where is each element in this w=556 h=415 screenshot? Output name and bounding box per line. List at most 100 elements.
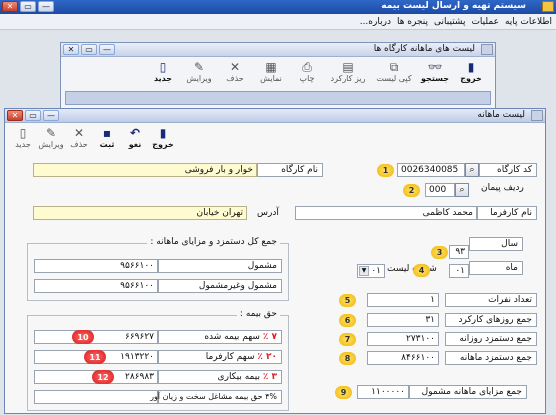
list-number-dropdown[interactable]: ۰۱ ▼ (357, 264, 385, 278)
taxable-benefits-input[interactable]: ۱۱۰۰۰۰۰ (357, 385, 409, 399)
badge-8: 8 (339, 352, 356, 365)
badge-9: 9 (335, 386, 352, 399)
month-label: ماه (469, 261, 523, 275)
minimize-icon[interactable]: — (43, 110, 59, 121)
badge-4: 4 (413, 264, 430, 277)
total-workdays-input[interactable]: ۳۱ (367, 313, 439, 327)
menu-bar: اطلاعات پایه عملیات پشتیبانی پنجره ها در… (0, 14, 556, 30)
binoculars-icon[interactable]: ⌕ (455, 183, 469, 197)
bg-toolbar: ▮ خروج 👓 جستجو ⧉ کپی لیست ▤ ریز کارکرد ⎙ چاپ … (61, 57, 495, 92)
edit-icon: ✎ (45, 126, 57, 140)
menu-item-windows[interactable]: پنجره ها (397, 17, 428, 27)
delete-button[interactable]: ✕ حذف (217, 60, 253, 92)
maximize-icon[interactable]: ▭ (25, 110, 41, 121)
workshop-name-label: نام کارگاه (257, 163, 323, 177)
total-wages-group-title: جمع کل دستمزد و مزایای ماهانه : (147, 237, 280, 247)
view-icon: ▦ (265, 60, 277, 74)
exit-icon: ▮ (467, 60, 475, 74)
insured-share-input[interactable]: ۶۶۹۶۲۷ (34, 330, 158, 344)
app-title: سیستم تهیه و ارسال لیست بیمه (381, 1, 526, 11)
copy-icon: ⧉ (389, 60, 399, 74)
subject-label: مشمول (158, 259, 282, 273)
printer-icon: ⎙ (302, 60, 312, 74)
total-monthly-wage-label: جمع دستمزد ماهانه (445, 351, 537, 365)
close-icon[interactable]: ✕ (2, 1, 18, 12)
edit-button[interactable]: ✎ ویرایش (37, 126, 65, 158)
main-window-titlebar: ✕ ▭ — لیست ماهانه (5, 109, 545, 123)
delete-icon: ✕ (73, 126, 85, 140)
menu-item-operations[interactable]: عملیات (471, 17, 498, 27)
employer-name-input[interactable]: محمد کاظمی (295, 206, 477, 220)
workshop-name-input[interactable]: خوار و بار فروشی (33, 163, 257, 177)
total-wages-group: جمع کل دستمزد و مزایای ماهانه : ۹۵۶۶۱۰۰ … (27, 237, 289, 301)
menu-item-support[interactable]: پشتیبانی (434, 17, 465, 27)
maximize-icon[interactable]: ▭ (81, 44, 97, 55)
edit-icon: ✎ (193, 60, 205, 74)
taxable-benefits-label: جمع مزایای ماهانه مشمول (409, 385, 527, 399)
total-daily-wage-input[interactable]: ۲۷۳۱۰۰ (367, 332, 439, 346)
print-button[interactable]: ⎙ چاپ (289, 60, 325, 92)
delete-button[interactable]: ✕ حذف (65, 126, 93, 158)
employer-share-label: ۲۰ ٪ سهم کارفرما (158, 350, 282, 364)
exit-button[interactable]: ▮ خروج (453, 60, 489, 92)
delete-icon: ✕ (229, 60, 241, 74)
employer-name-label: نام کارفرما (477, 206, 537, 220)
copy-list-button[interactable]: ⧉ کپی لیست (371, 60, 417, 92)
close-icon[interactable]: ✕ (7, 110, 23, 121)
total-monthly-wage-input[interactable]: ۸۴۶۶۱۰۰ (367, 351, 439, 365)
hard-jobs-label: ۴% حق بیمه مشاغل سخت و زیان آور (150, 390, 282, 404)
grid-header (65, 91, 491, 105)
exit-button[interactable]: ▮ خروج (149, 126, 177, 158)
menu-item-about[interactable]: درباره... (360, 17, 391, 27)
undo-icon: ↶ (129, 126, 141, 140)
new-file-icon: ▯ (159, 60, 167, 74)
save-button[interactable]: ▪ ثبت (93, 126, 121, 158)
badge-12: 12 (92, 370, 114, 384)
menu-item-base-info[interactable]: اطلاعات پایه (505, 17, 552, 27)
month-input[interactable]: ۰۱ (449, 264, 469, 278)
save-icon: ▪ (102, 126, 112, 140)
minimize-icon[interactable]: — (99, 44, 115, 55)
subject-nonsubject-label: مشمول وغیرمشمول (158, 279, 282, 293)
total-daily-wage-label: جمع دستمزد روزانه (445, 332, 537, 346)
main-toolbar: ▯ جدید ✎ ویرایش ✕ حذف ▪ ثبت ↶ نغو ▮ خروج (5, 123, 545, 158)
num-persons-input[interactable]: ۱ (367, 293, 439, 307)
window-icon (481, 44, 493, 55)
num-persons-label: تعداد نفرات (445, 293, 537, 307)
window-icon (531, 110, 543, 121)
binoculars-icon[interactable]: ⌕ (465, 163, 479, 177)
app-icon (542, 1, 554, 12)
search-button[interactable]: 👓 جستجو (417, 60, 453, 92)
subject-nonsubject-input[interactable]: ۹۵۶۶۱۰۰ (34, 279, 158, 293)
new-button[interactable]: ▯ جدید (145, 60, 181, 92)
year-input[interactable]: ۹۳ (449, 245, 469, 259)
badge-3: 3 (431, 246, 448, 259)
bg-window-title: لیست های ماهانه کارگاه ها (373, 44, 475, 54)
close-icon[interactable]: ✕ (63, 44, 79, 55)
address-label: آدرس (257, 208, 279, 218)
undo-button[interactable]: ↶ نغو (121, 126, 149, 158)
work-detail-button[interactable]: ▤ ریز کارکرد (325, 60, 371, 92)
contract-row-label: ردیف پیمان (481, 183, 524, 193)
insurance-group: حق بیمه : ۶۶۹۶۲۷ ۷ ٪ سهم بیمه شده 10 ۱۹۱… (27, 309, 289, 411)
workshop-code-input[interactable]: 0026340085 (397, 163, 465, 177)
address-input[interactable]: تهران خیابان (33, 206, 247, 220)
subject-total-input[interactable]: ۹۵۶۶۱۰۰ (34, 259, 158, 273)
monthly-list-window: ✕ ▭ — لیست ماهانه ▯ جدید ✎ ویرایش ✕ حذف ▪ ثب… (4, 108, 546, 414)
hard-jobs-input[interactable] (34, 390, 158, 404)
unemployment-label: ۳ ٪ بیمه بیکاری (158, 370, 282, 384)
insurance-group-title: حق بیمه : (236, 309, 280, 319)
binoculars-icon: 👓 (427, 60, 443, 74)
minimize-icon[interactable]: — (38, 1, 54, 12)
edit-button[interactable]: ✎ ویرایش (181, 60, 217, 92)
contract-row-input[interactable]: 000 (425, 183, 455, 197)
badge-7: 7 (339, 333, 356, 346)
chevron-down-icon[interactable]: ▼ (359, 266, 369, 276)
badge-5: 5 (339, 294, 356, 307)
view-button[interactable]: ▦ نمایش (253, 60, 289, 92)
maximize-icon[interactable]: ▭ (20, 1, 36, 12)
new-file-icon: ▯ (19, 126, 27, 140)
new-button[interactable]: ▯ جدید (9, 126, 37, 158)
badge-11: 11 (84, 350, 106, 364)
workshop-code-label: کد کارگاه (479, 163, 537, 177)
